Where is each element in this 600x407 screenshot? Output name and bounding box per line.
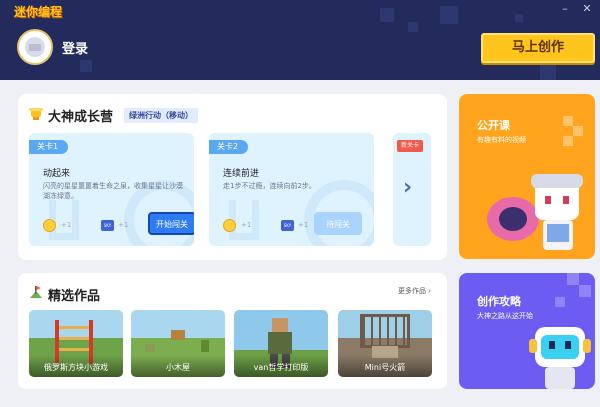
creation-guide-title: 创作攻略	[477, 295, 521, 308]
activity-tag[interactable]: 绿洲行动（移动）	[124, 108, 198, 123]
chip-reward: +1	[298, 221, 309, 229]
level-card-1[interactable]: 关卡1 动起来 闪亮的星星噩噩着生命之泉，收集星星让沙漠湖冻绿意。 +1 SKY…	[29, 133, 194, 246]
chip-icon: SKY	[281, 220, 294, 231]
next-level-card[interactable]: 新关卡 ›	[393, 133, 431, 246]
flag-icon	[30, 286, 42, 298]
create-now-button[interactable]: 马上创作	[481, 33, 595, 63]
top-bar: 迷你编程 – ✕ 登录 马上创作	[0, 0, 600, 80]
level-description: 闪亮的星星噩噩着生命之泉，收集星星让沙漠湖冻绿意。	[43, 182, 183, 200]
level-badge: 关卡2	[209, 140, 249, 154]
coin-reward: +1	[61, 221, 72, 229]
level-title: 动起来	[43, 169, 71, 179]
coin-icon	[223, 219, 236, 232]
open-course-title: 公开课	[477, 119, 510, 132]
mascot-character-icon	[487, 174, 583, 250]
close-button[interactable]: ✕	[580, 2, 594, 16]
login-link[interactable]: 登录	[62, 38, 88, 57]
level-badge: 关卡1	[29, 140, 69, 154]
work-title: Mini号火箭	[364, 363, 406, 372]
trophy-icon	[29, 108, 43, 120]
user-placeholder-icon	[25, 37, 45, 57]
new-level-badge: 新关卡	[397, 140, 424, 152]
creation-guide-subtitle: 大神之路从这开始	[477, 312, 533, 320]
chevron-right-icon[interactable]: ›	[403, 175, 412, 200]
more-works-link[interactable]: 更多作品 ›	[398, 286, 431, 296]
coin-reward: +1	[241, 221, 252, 229]
work-thumbnail-4[interactable]: Mini号火箭	[338, 310, 432, 377]
level-description: 走1步不过瘾，连续向前2步。	[223, 182, 316, 190]
chip-reward: +1	[118, 221, 129, 229]
pending-level-button[interactable]: 待闯关	[314, 212, 362, 235]
growth-camp-title: 大神成长营	[48, 110, 114, 125]
work-thumbnail-2[interactable]: 小木屋	[131, 310, 225, 377]
level-card-2[interactable]: 关卡2 连续前进 走1步不过瘾，连续向前2步。 +1 SKY +1 待闯关	[209, 133, 374, 246]
coin-icon	[43, 219, 56, 232]
avatar[interactable]	[17, 29, 53, 65]
open-course-card[interactable]: 公开课 有趣有料的视频	[459, 94, 595, 259]
work-thumbnail-1[interactable]: 俄罗斯方块小游戏	[29, 310, 123, 377]
minimize-button[interactable]: –	[558, 2, 572, 16]
open-course-subtitle: 有趣有料的视频	[477, 136, 526, 144]
featured-works-title: 精选作品	[48, 289, 101, 304]
work-thumbnail-3[interactable]: van哲学打印版	[234, 310, 328, 377]
start-level-button[interactable]: 开始闯关	[148, 212, 194, 235]
creation-guide-card[interactable]: 创作攻略 大神之路从这开始	[459, 273, 595, 389]
robot-mascot-icon	[529, 327, 591, 389]
work-title: 俄罗斯方块小游戏	[44, 363, 108, 372]
work-title: van哲学打印版	[253, 363, 309, 372]
work-title: 小木屋	[166, 363, 190, 372]
level-title: 连续前进	[223, 169, 260, 179]
app-logo: 迷你编程	[14, 5, 63, 19]
chip-icon: SKY	[101, 220, 114, 231]
